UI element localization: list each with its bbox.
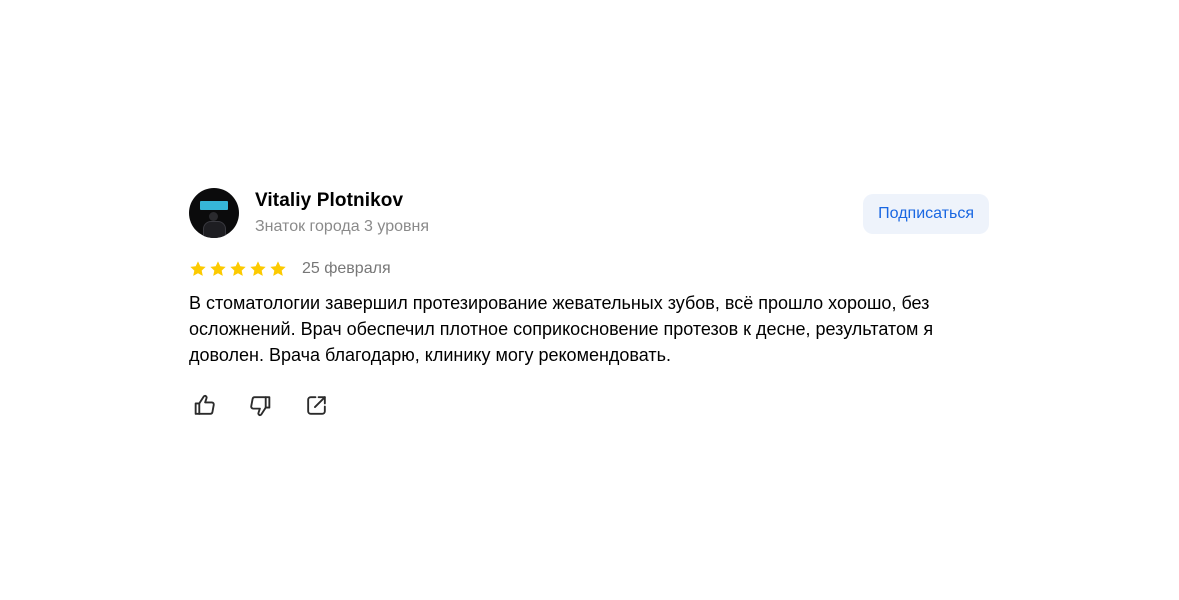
share-button[interactable]: [304, 393, 329, 418]
avatar-figure-head: [209, 212, 218, 221]
star-icon: [230, 261, 246, 276]
star-icon: [250, 261, 266, 276]
thumbs-up-icon: [194, 394, 215, 415]
share-icon: [307, 396, 326, 415]
star-icon: [270, 261, 286, 276]
star-icon: [210, 261, 226, 276]
review-header: Vitaliy Plotnikov Знаток города 3 уровня…: [189, 188, 989, 240]
review-meta: 25 февраля: [189, 258, 989, 280]
review-date: 25 февраля: [302, 260, 391, 277]
avatar-sign: [200, 201, 228, 210]
review-actions: [189, 393, 989, 418]
author-level: Знаток города 3 уровня: [255, 218, 430, 235]
avatar-figure-body: [203, 221, 226, 238]
rating-stars: [189, 260, 287, 278]
star-icon: [190, 261, 206, 276]
subscribe-button[interactable]: Подписаться: [863, 194, 989, 234]
review-card: Vitaliy Plotnikov Знаток города 3 уровня…: [189, 188, 989, 418]
like-button[interactable]: [192, 393, 217, 418]
avatar[interactable]: [189, 188, 239, 238]
author-name[interactable]: Vitaliy Plotnikov: [255, 190, 403, 212]
thumbs-down-icon: [250, 396, 271, 417]
review-text: В стоматологии завершил протезирование ж…: [189, 293, 934, 365]
dislike-button[interactable]: [248, 393, 273, 418]
